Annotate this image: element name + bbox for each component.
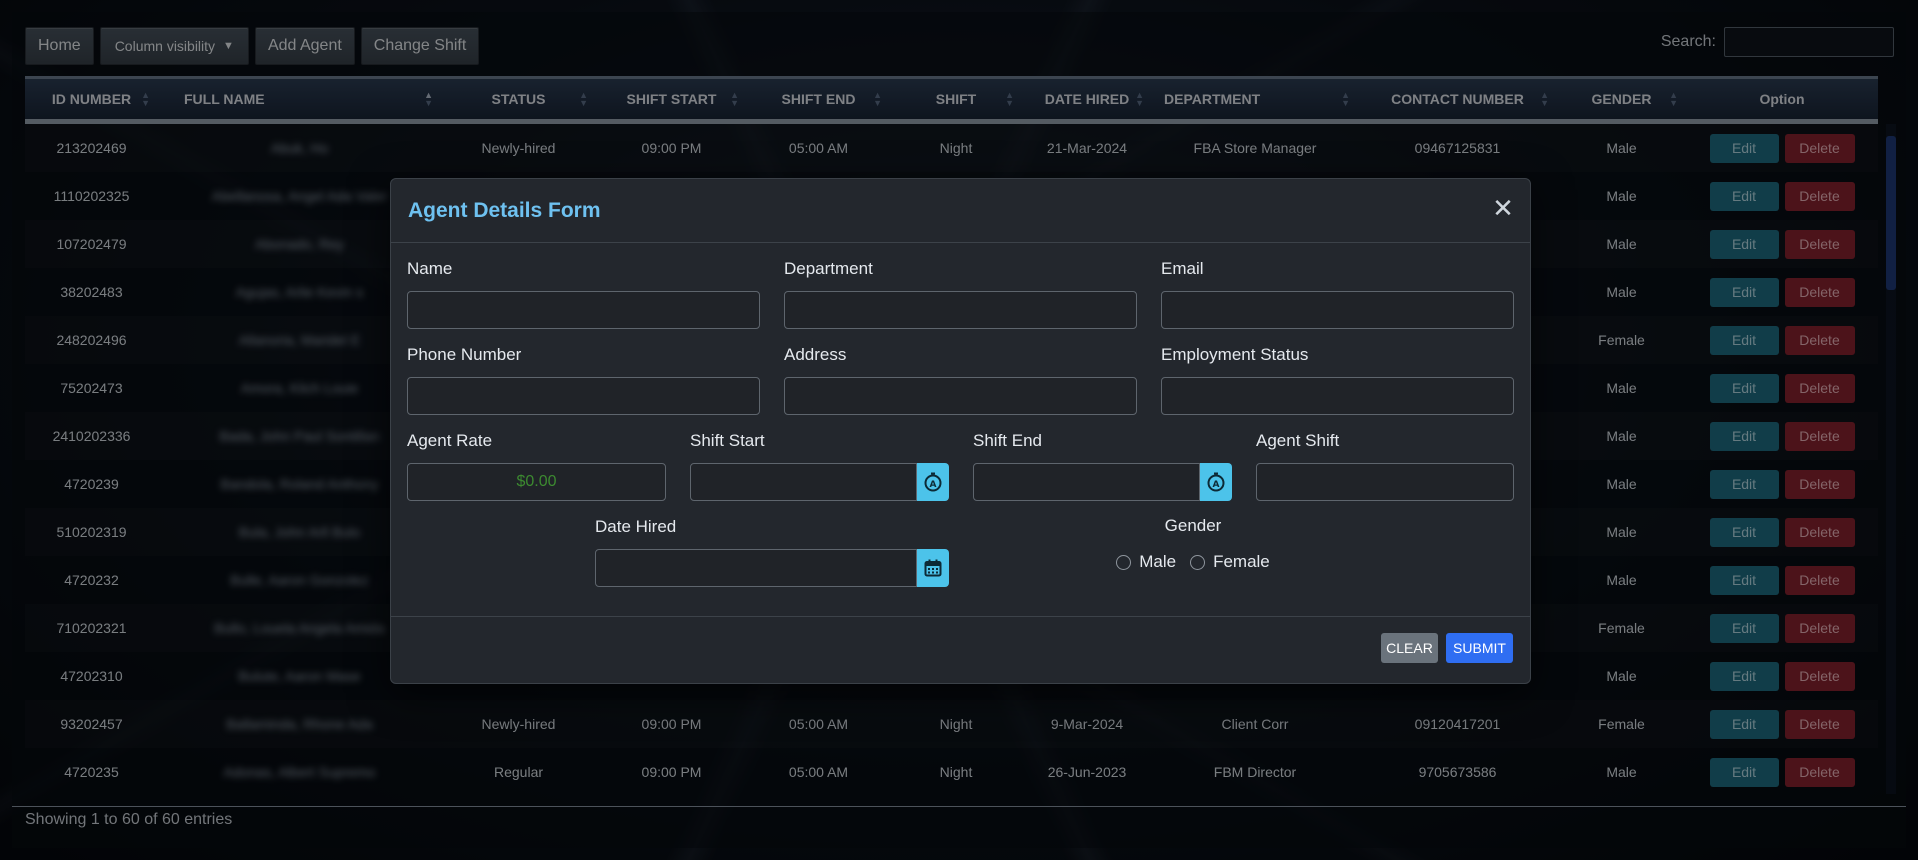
calendar-icon[interactable] bbox=[917, 549, 949, 587]
modal-footer: CLEAR SUBMIT bbox=[391, 616, 1530, 683]
shift-end-label: Shift End bbox=[973, 431, 1042, 450]
address-field-group: Address bbox=[784, 345, 1137, 415]
shift-start-input[interactable] bbox=[690, 463, 917, 501]
agent-rate-field-group: Agent Rate $0.00 bbox=[407, 431, 666, 501]
svg-text:A: A bbox=[930, 480, 937, 490]
stopwatch-icon[interactable]: A bbox=[1200, 463, 1232, 501]
department-field-group: Department bbox=[784, 259, 1137, 329]
stopwatch-icon[interactable]: A bbox=[917, 463, 949, 501]
email-field-group: Email bbox=[1161, 259, 1514, 329]
agent-rate-label: Agent Rate bbox=[407, 431, 493, 450]
date-hired-label: Date Hired bbox=[595, 517, 677, 536]
modal-header: Agent Details Form ✕ bbox=[391, 179, 1530, 243]
address-input[interactable] bbox=[784, 377, 1137, 415]
gender-label: Gender bbox=[1164, 516, 1222, 535]
address-label: Address bbox=[784, 345, 847, 364]
phone-input[interactable] bbox=[407, 377, 760, 415]
male-label: Male bbox=[1139, 552, 1177, 571]
shift-end-input[interactable] bbox=[973, 463, 1200, 501]
email-input[interactable] bbox=[1161, 291, 1514, 329]
phone-label: Phone Number bbox=[407, 345, 522, 364]
date-hired-field-group: Date Hired bbox=[595, 517, 949, 587]
female-label: Female bbox=[1213, 552, 1270, 571]
department-label: Department bbox=[784, 259, 873, 278]
modal-title: Agent Details Form bbox=[408, 199, 601, 222]
name-label: Name bbox=[407, 259, 453, 278]
agent-shift-input[interactable] bbox=[1256, 463, 1514, 501]
shift-start-label: Shift Start bbox=[690, 431, 765, 450]
svg-text:A: A bbox=[1213, 480, 1220, 490]
date-hired-input[interactable] bbox=[595, 549, 917, 587]
female-radio[interactable] bbox=[1190, 554, 1206, 570]
employment-status-input[interactable] bbox=[1161, 377, 1514, 415]
phone-field-group: Phone Number bbox=[407, 345, 760, 415]
shift-end-field-group: Shift End A bbox=[973, 431, 1232, 501]
close-icon[interactable]: ✕ bbox=[1492, 195, 1514, 221]
employment-status-field-group: Employment Status bbox=[1161, 345, 1514, 415]
shift-start-field-group: Shift Start A bbox=[690, 431, 949, 501]
email-label: Email bbox=[1161, 259, 1204, 278]
agent-shift-field-group: Agent Shift bbox=[1256, 431, 1514, 501]
clear-button[interactable]: CLEAR bbox=[1381, 633, 1438, 663]
submit-button[interactable]: SUBMIT bbox=[1446, 633, 1513, 663]
department-input[interactable] bbox=[784, 291, 1137, 329]
gender-field-group: Gender Male Female bbox=[1063, 516, 1323, 572]
gender-radio-group: Male Female bbox=[1063, 552, 1323, 572]
employment-status-label: Employment Status bbox=[1161, 345, 1309, 364]
agent-rate-input[interactable]: $0.00 bbox=[407, 463, 666, 501]
gender-female-option[interactable]: Female bbox=[1190, 552, 1270, 572]
name-field-group: Name bbox=[407, 259, 760, 329]
name-input[interactable] bbox=[407, 291, 760, 329]
male-radio[interactable] bbox=[1116, 554, 1132, 570]
agent-details-modal: Agent Details Form ✕ Name Department Ema… bbox=[390, 178, 1531, 684]
gender-male-option[interactable]: Male bbox=[1116, 552, 1176, 572]
agent-shift-label: Agent Shift bbox=[1256, 431, 1340, 450]
modal-body: Name Department Email Phone Number Addre… bbox=[391, 243, 1530, 616]
